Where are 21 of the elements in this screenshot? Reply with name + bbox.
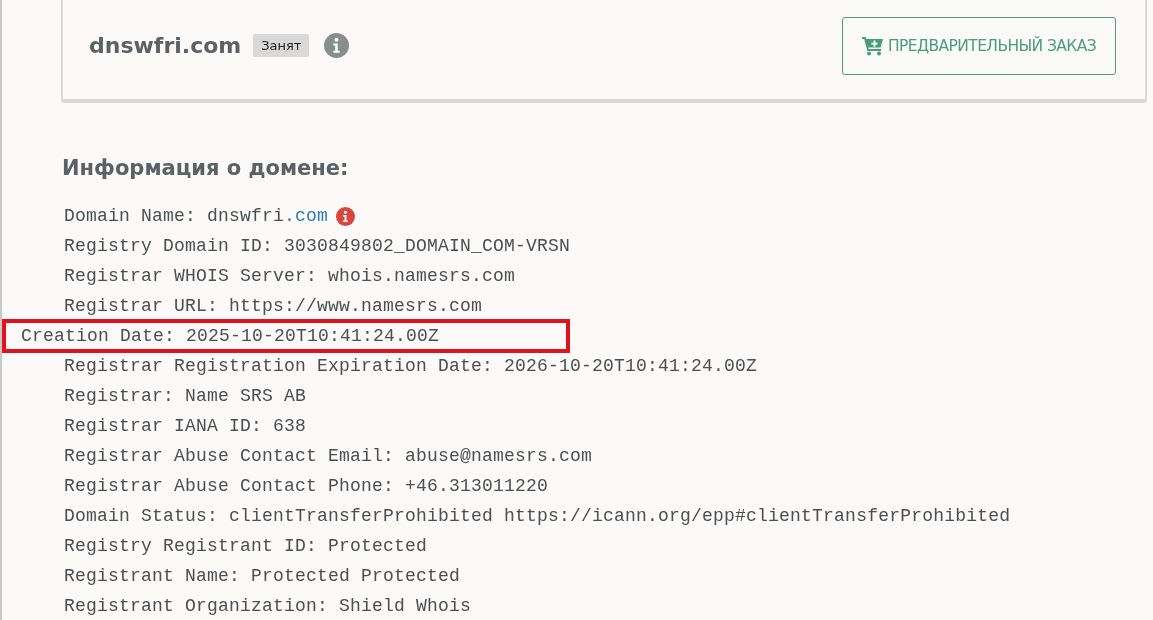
whois-line: Registrar URL: https://www.namesrs.com	[64, 296, 483, 316]
whois-line: Registry Registrant ID: Protected	[64, 536, 428, 556]
whois-line: Domain Status: clientTransferProhibited https://icann.org/epp#clientTransferProhibited	[64, 506, 1011, 526]
info-icon[interactable]	[324, 33, 350, 58]
whois-line: Registrar IANA ID: 638	[64, 416, 307, 436]
whois-line: Registrar Abuse Contact Email: abuse@namesrs.com	[64, 446, 593, 466]
whois-line: Registrar Abuse Contact Phone: +46.313011220	[64, 476, 549, 496]
whois-line: Registrant Name: Protected Protected	[64, 566, 461, 586]
domain-name: dnswfri.com	[89, 33, 242, 58]
whois-line: Creation Date: 2025-10-20T10:41:24.00Z	[21, 326, 440, 346]
info-icon[interactable]	[336, 206, 356, 226]
whois-line: Registry Domain ID: 3030849802_DOMAIN_COM-VRSN	[64, 236, 571, 256]
whois-line: Registrar: Name SRS AB	[64, 386, 307, 406]
whois-line: Registrar Registration Expiration Date: 2026-10-20T10:41:24.00Z	[64, 356, 758, 376]
whois-line: Domain Name: dnswfri.com	[64, 206, 329, 226]
whois-line: Registrant Organization: Shield Whois	[64, 596, 472, 616]
status-badge: Занят	[253, 34, 310, 57]
section-title: Информация о домене:	[62, 155, 350, 182]
cart-plus-icon	[862, 35, 884, 56]
whois-line: Registrar WHOIS Server: whois.namesrs.com	[64, 266, 516, 286]
preorder-button[interactable]: ПРЕДВАРИТЕЛЬНЫЙ ЗАКАЗ	[842, 16, 1116, 75]
